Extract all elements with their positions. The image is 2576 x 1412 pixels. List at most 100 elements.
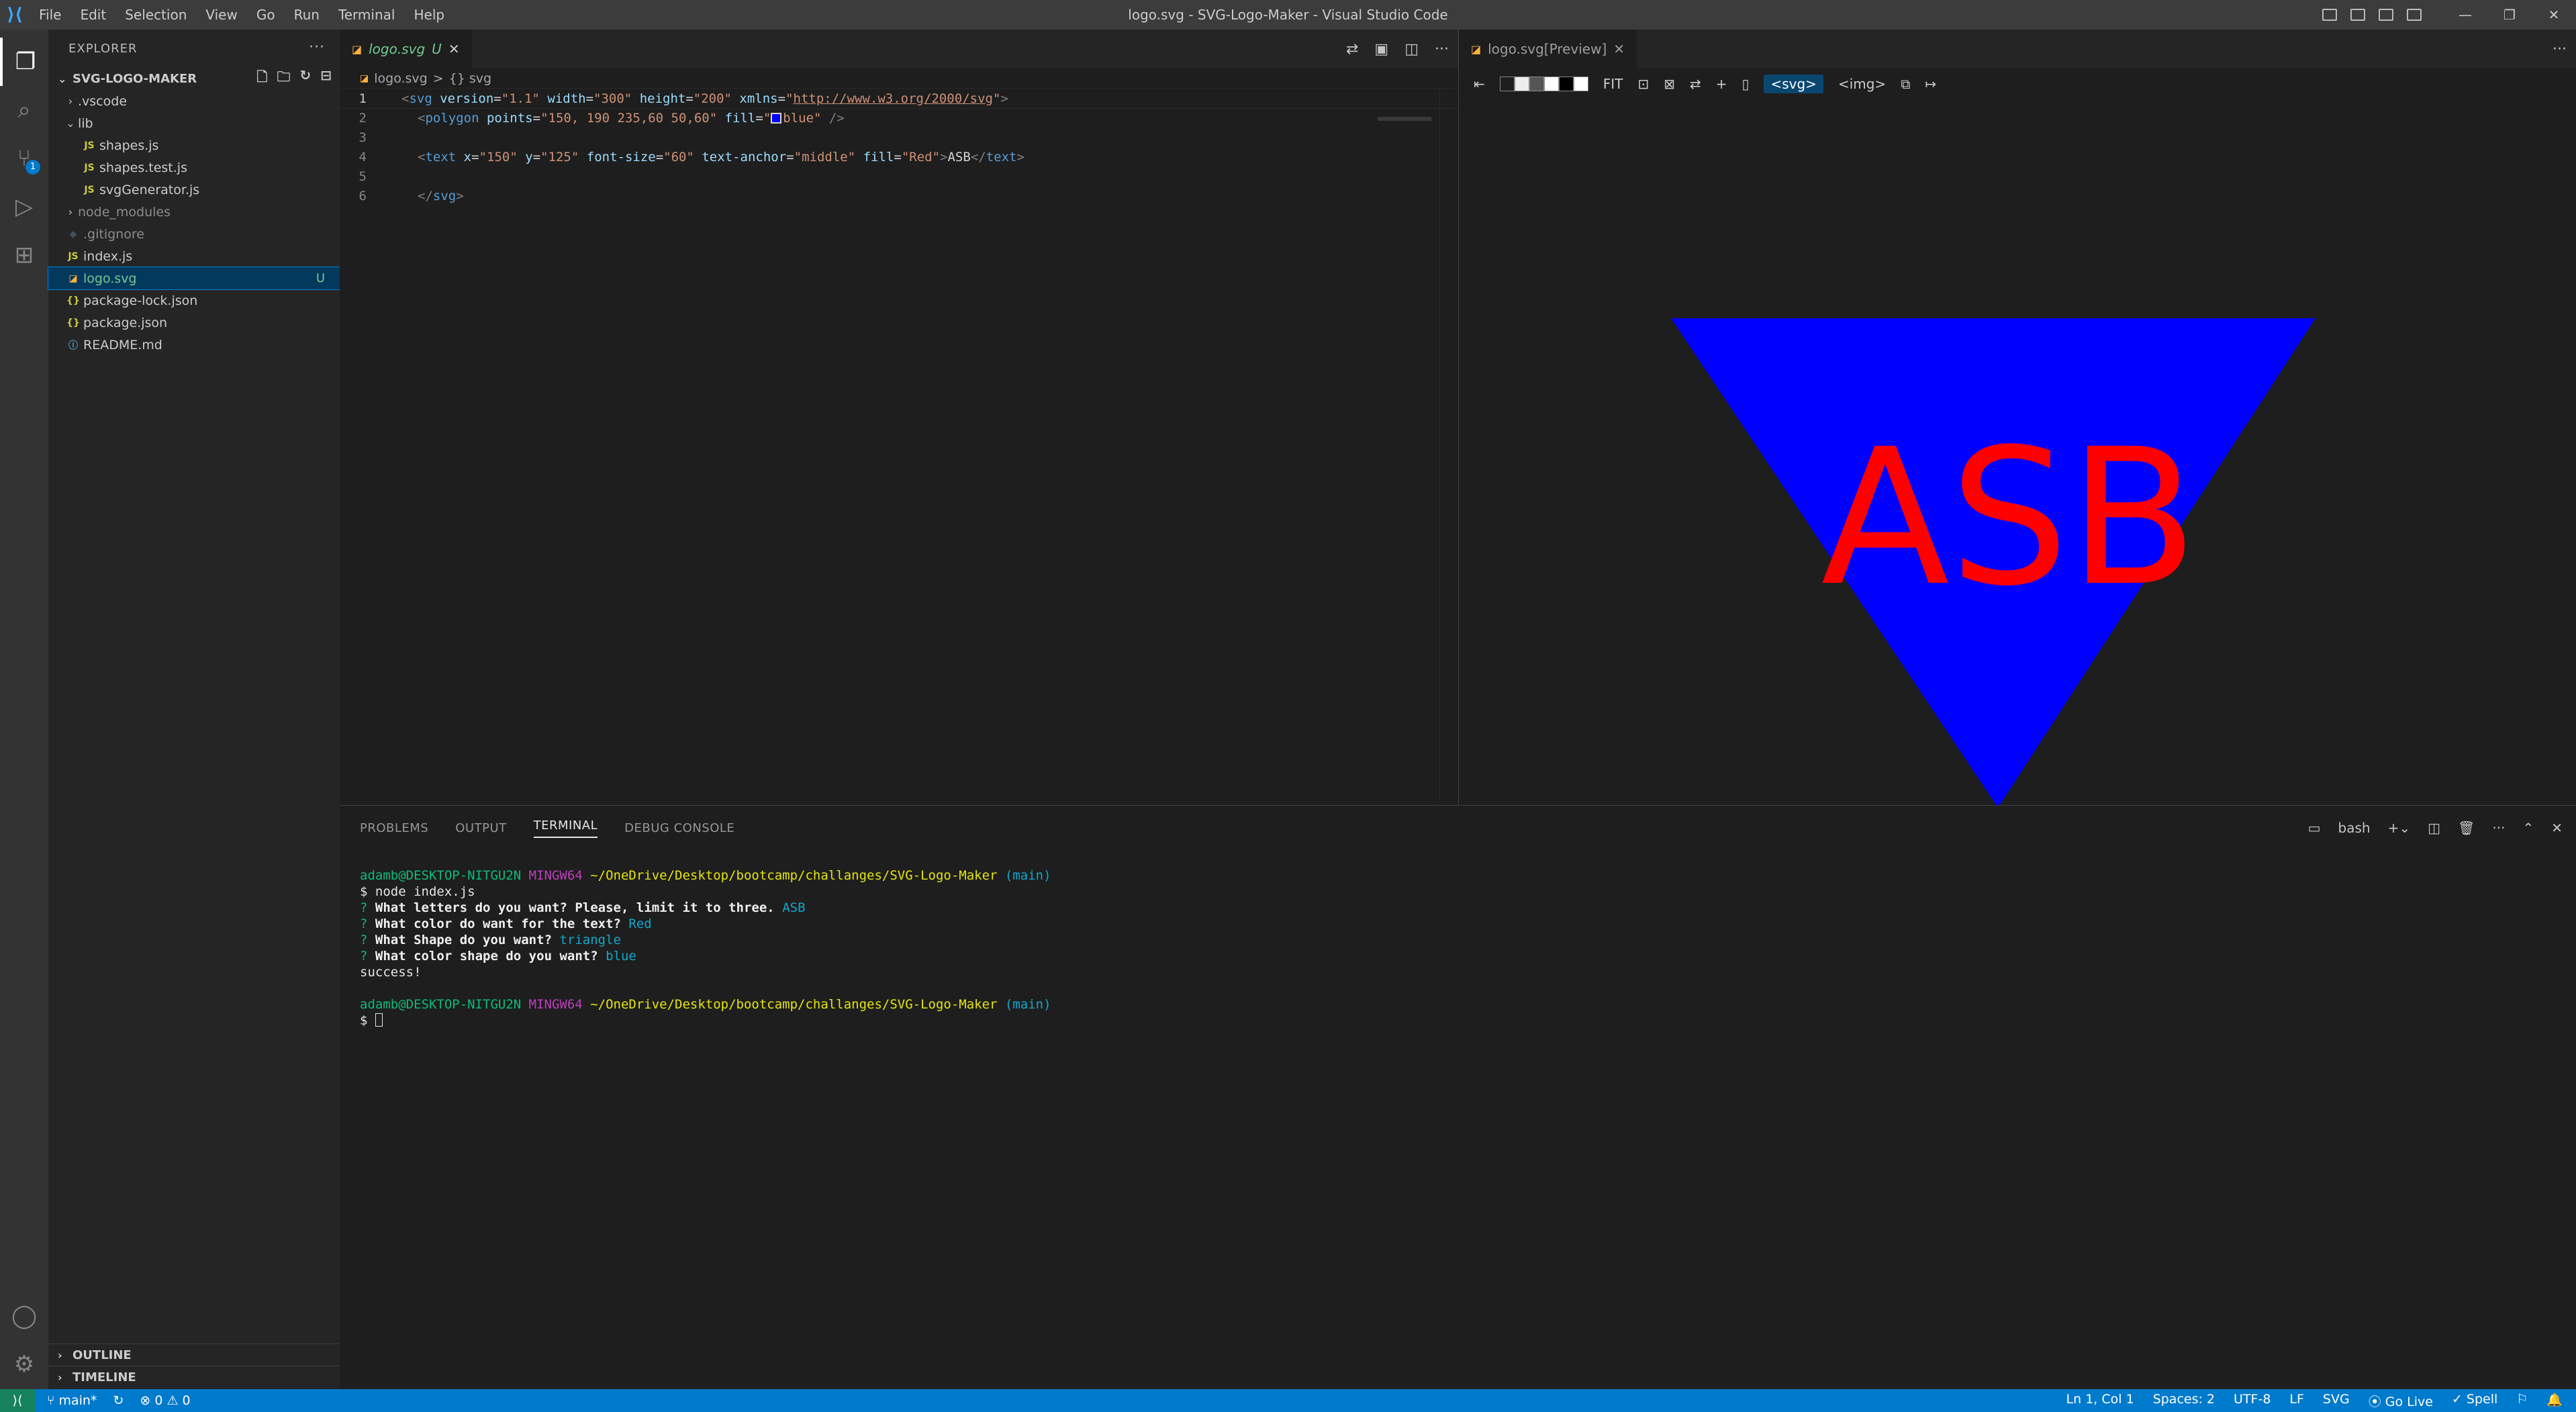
svg-preview-canvas[interactable]: ASB (1459, 99, 2576, 805)
sync-icon[interactable]: ↻ (113, 1393, 124, 1408)
timeline-section[interactable]: › TIMELINE (48, 1366, 340, 1388)
minimize-icon[interactable]: — (2443, 7, 2487, 23)
menu-view[interactable]: View (196, 0, 246, 30)
toggle-sidebar-icon[interactable]: ⇤ (1474, 76, 1485, 92)
close-window-icon[interactable]: ✕ (2532, 7, 2576, 23)
code-link[interactable]: http://www.w3.org/2000/svg (794, 91, 993, 106)
add-icon[interactable]: + (1716, 76, 1727, 92)
close-panel-icon[interactable]: ✕ (2551, 820, 2563, 836)
source-control-icon[interactable]: ⑂ 1 (0, 134, 48, 183)
refresh-icon[interactable]: ↻ (299, 67, 311, 90)
more-actions-icon[interactable]: ··· (1435, 41, 1449, 58)
tree-item-svggenerator-js[interactable]: JS svgGenerator.js (48, 179, 340, 201)
breadcrumb-symbol[interactable]: {} svg (449, 71, 491, 86)
minimap[interactable] (1378, 117, 1431, 121)
close-tab-icon[interactable]: ✕ (448, 41, 460, 57)
spell-button[interactable]: ✓ Spell (2452, 1392, 2497, 1410)
shell-name[interactable]: bash (2338, 820, 2371, 836)
explorer-icon[interactable]: ❐ (0, 38, 48, 86)
fit-button[interactable]: FIT (1603, 76, 1623, 92)
indentation[interactable]: Spaces: 2 (2153, 1392, 2215, 1410)
tab-terminal[interactable]: TERMINAL (533, 818, 598, 838)
tab-problems[interactable]: PROBLEMS (360, 821, 428, 835)
toggle-sidebar-icon[interactable] (2322, 9, 2337, 21)
menu-selection[interactable]: Selection (115, 0, 196, 30)
account-icon[interactable]: ◯ (0, 1292, 48, 1340)
go-live-button[interactable]: ⦿ Go Live (2369, 1392, 2433, 1410)
background-picker[interactable] (1499, 77, 1588, 91)
zoom-fit-icon[interactable]: ⊡ (1637, 76, 1649, 92)
cursor-position[interactable]: Ln 1, Col 1 (2066, 1392, 2134, 1410)
feedback-icon[interactable]: ⚐ (2516, 1392, 2528, 1410)
tab-logo-svg[interactable]: ◪ logo.svg U ✕ (340, 30, 472, 68)
export-icon[interactable]: ↦ (1925, 76, 1936, 92)
menu-run[interactable]: Run (285, 0, 329, 30)
restore-icon[interactable]: ❐ (2487, 7, 2532, 23)
svg-mode-button[interactable]: <svg> (1764, 75, 1823, 93)
menu-edit[interactable]: Edit (70, 0, 115, 30)
copy-icon[interactable]: ⧉ (1901, 76, 1910, 92)
toggle-secondary-sidebar-icon[interactable] (2379, 9, 2393, 21)
search-icon[interactable]: ⌕ (0, 86, 48, 134)
gear-icon[interactable]: ⚙ (0, 1340, 48, 1389)
tree-item-readme-md[interactable]: ⓘ README.md (48, 334, 340, 356)
more-actions-icon[interactable]: ··· (2553, 41, 2567, 58)
tree-item-logo-svg[interactable]: ◪ logo.svg U (48, 267, 340, 290)
tree-item-shapes-js[interactable]: JS shapes.js (48, 134, 340, 156)
img-mode-button[interactable]: <img> (1838, 76, 1886, 92)
open-changes-icon[interactable]: ⇄ (1346, 41, 1358, 58)
git-branch[interactable]: ⑂ main* (47, 1393, 97, 1408)
more-actions-icon[interactable]: ··· (309, 39, 325, 56)
toggle-panel-icon[interactable] (2350, 9, 2365, 21)
language-mode[interactable]: SVG (2323, 1392, 2350, 1410)
bg-light-swatch[interactable] (1514, 77, 1529, 91)
tree-item-lib[interactable]: ⌄ lib (48, 112, 340, 134)
open-preview-icon[interactable]: ▣ (1374, 41, 1388, 58)
editor-scrollbar[interactable] (1439, 89, 1458, 800)
extensions-icon[interactable]: ⊞ (0, 231, 48, 279)
tree-item-package-lock-json[interactable]: {} package-lock.json (48, 289, 340, 312)
line-ending[interactable]: LF (2289, 1392, 2304, 1410)
bg-custom-swatch[interactable] (1573, 77, 1588, 91)
remote-indicator-icon[interactable]: ⟩⟨ (0, 1389, 35, 1412)
customize-layout-icon[interactable] (2407, 9, 2422, 21)
outline-section[interactable]: › OUTLINE (48, 1344, 340, 1366)
menu-go[interactable]: Go (247, 0, 285, 30)
bg-transparent-swatch[interactable] (1499, 77, 1515, 91)
problems-indicator[interactable]: ⊗ 0 ⚠ 0 (140, 1393, 190, 1408)
menu-help[interactable]: Help (404, 0, 454, 30)
tree-item-gitignore[interactable]: ◆ .gitignore (48, 223, 340, 245)
bg-white-swatch[interactable] (1543, 77, 1559, 91)
bg-gray-swatch[interactable] (1529, 77, 1544, 91)
menu-file[interactable]: File (30, 0, 70, 30)
new-terminal-icon[interactable]: +⌄ (2388, 820, 2411, 836)
tab-debug-console[interactable]: DEBUG CONSOLE (624, 821, 734, 835)
new-file-icon[interactable]: 🗋 (256, 67, 267, 90)
trash-icon[interactable]: 🗑 (2458, 820, 2475, 836)
swap-icon[interactable]: ⇄ (1690, 76, 1701, 92)
bell-icon[interactable]: 🔔 (2546, 1392, 2563, 1410)
tab-output[interactable]: OUTPUT (455, 821, 506, 835)
close-tab-icon[interactable]: ✕ (1613, 41, 1625, 57)
terminal-output[interactable]: adamb@DESKTOP-NITGU2N MINGW64 ~/OneDrive… (360, 867, 1051, 1029)
breadcrumb-file[interactable]: logo.svg (374, 71, 428, 86)
new-folder-icon[interactable]: 🗀 (277, 67, 290, 90)
bg-black-swatch[interactable] (1558, 77, 1574, 91)
device-icon[interactable]: ▯ (1742, 76, 1749, 92)
menu-terminal[interactable]: Terminal (329, 0, 405, 30)
tree-item-shapes-test-js[interactable]: JS shapes.test.js (48, 156, 340, 179)
tree-item-node-modules[interactable]: › node_modules (48, 201, 340, 223)
tree-item-index-js[interactable]: JS index.js (48, 245, 340, 267)
maximize-panel-icon[interactable]: ⌃ (2522, 820, 2534, 836)
tree-item-vscode[interactable]: › .vscode (48, 90, 340, 112)
color-swatch-icon[interactable] (771, 112, 782, 124)
encoding[interactable]: UTF-8 (2234, 1392, 2271, 1410)
code-area[interactable]: 1 <svg version="1.1" width="300" height=… (339, 88, 1459, 205)
workspace-folder[interactable]: ⌄ SVG-LOGO-MAKER 🗋 🗀 ↻ ⊟ (48, 67, 340, 90)
split-editor-icon[interactable]: ◫ (1404, 41, 1419, 58)
collapse-all-icon[interactable]: ⊟ (320, 67, 332, 90)
split-terminal-icon[interactable]: ◫ (2428, 820, 2440, 836)
run-debug-icon[interactable]: ▷ (0, 183, 48, 231)
more-actions-icon[interactable]: ··· (2492, 820, 2505, 836)
zoom-actual-icon[interactable]: ⊠ (1664, 76, 1675, 92)
